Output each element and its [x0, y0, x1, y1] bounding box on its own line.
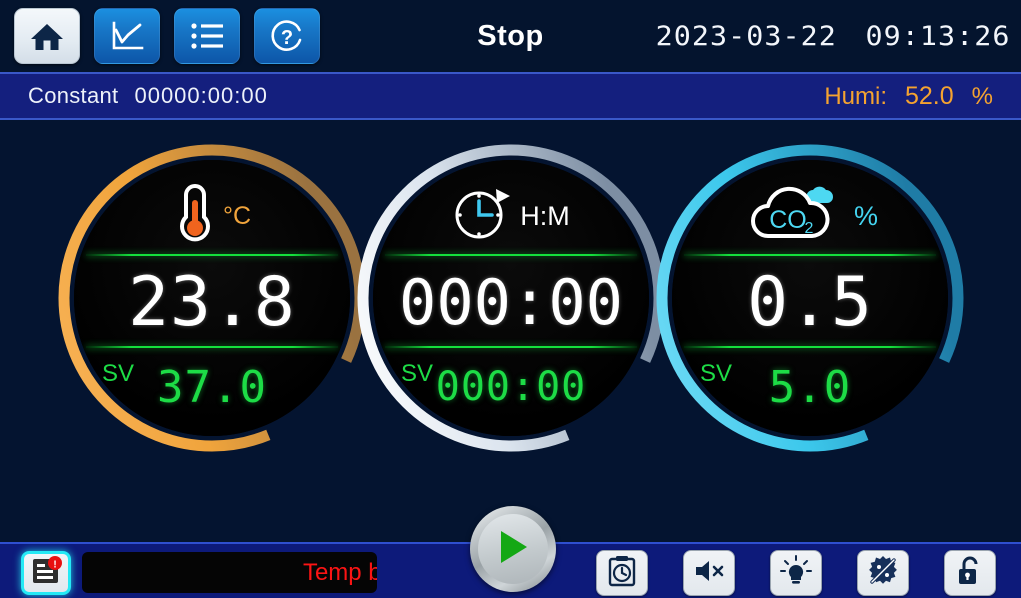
run-mode-label: Constant: [28, 83, 119, 108]
play-icon: [495, 528, 531, 571]
humidity-unit: %: [971, 82, 993, 110]
start-button[interactable]: [470, 506, 556, 592]
timer-sv-label: SV: [401, 360, 434, 387]
temperature-sv-row[interactable]: SV 37.0: [74, 352, 350, 422]
lock-button[interactable]: [944, 550, 996, 596]
co2-pv-value: 0.5: [747, 262, 873, 342]
co2-cloud-icon: CO 2: [742, 182, 848, 251]
chart-line-icon: [110, 20, 144, 52]
divider-line-bottom: [385, 346, 637, 348]
list-icon: [190, 22, 224, 50]
question-circle-icon: ?: [269, 18, 305, 54]
alarm-log-button[interactable]: !: [21, 551, 71, 595]
svg-text:!: !: [53, 559, 56, 570]
elapsed-time-value: 00000:00:00: [134, 83, 268, 108]
temperature-unit: °C: [222, 201, 252, 230]
date-display: 2023-03-22: [656, 20, 838, 52]
humidity-label: Humi:: [824, 82, 887, 110]
header-bar: ? Stop 2023-03-22 09:13:26: [0, 0, 1021, 72]
svg-text:2: 2: [805, 220, 814, 237]
clipboard-clock-icon: [607, 555, 637, 592]
timer-sv-value: 000:00: [435, 364, 587, 410]
divider-line-top: [684, 254, 936, 256]
padlock-unlocked-icon: [955, 555, 985, 592]
divider-line-bottom: [684, 346, 936, 348]
temperature-sv-label: SV: [102, 360, 135, 387]
thermometer-icon: [173, 182, 217, 251]
timer-header: H:M: [373, 180, 649, 252]
co2-sv-label: SV: [700, 360, 733, 387]
lightbulb-icon: [780, 554, 812, 592]
co2-unit: %: [853, 200, 878, 231]
divider-line-top: [86, 254, 338, 256]
speaker-mute-icon: [693, 557, 725, 590]
co2-sv-value: 5.0: [768, 361, 852, 413]
chart-button[interactable]: [94, 8, 160, 64]
alarm-ticker-text: Temp bo: [302, 558, 377, 586]
clock-rotate-icon: [452, 185, 514, 248]
sterilize-button[interactable]: [857, 550, 909, 596]
alarm-ticker: Temp bo: [82, 552, 377, 593]
co2-gauge[interactable]: CO 2 % 0.5 SV 5.0: [650, 138, 970, 458]
start-button-inner: [478, 514, 548, 584]
co2-face: CO 2 % 0.5 SV 5.0: [672, 160, 948, 436]
temperature-sv-value: 37.0: [157, 361, 267, 413]
temperature-gauge[interactable]: °C 23.8 SV 37.0: [52, 138, 372, 458]
timer-face: H:M 000:00 SV 000:00: [373, 160, 649, 436]
timer-unit: H:M: [520, 200, 570, 231]
help-button[interactable]: ?: [254, 8, 320, 64]
divider-line-bottom: [86, 346, 338, 348]
divider-line-top: [385, 254, 637, 256]
control-panel-screen: ? Stop 2023-03-22 09:13:26 Constant 0000…: [0, 0, 1021, 598]
home-icon: [29, 20, 65, 52]
co2-header: CO 2 %: [672, 180, 948, 252]
humidity-group: Humi: 52.0 %: [824, 82, 993, 111]
list-button[interactable]: [174, 8, 240, 64]
svg-text:?: ?: [281, 27, 293, 49]
mute-button[interactable]: [683, 550, 735, 596]
light-button[interactable]: [770, 550, 822, 596]
germ-slash-icon: [867, 555, 899, 592]
gauge-area: °C 23.8 SV 37.0 H:M 000:00 SV 000:00 CO …: [0, 120, 1021, 510]
home-button[interactable]: [14, 8, 80, 64]
svg-text:CO: CO: [769, 206, 807, 234]
timer-pv-value: 000:00: [399, 265, 623, 339]
status-bar: Constant 00000:00:00 Humi: 52.0 %: [0, 72, 1021, 120]
status-left-group: Constant 00000:00:00: [28, 83, 268, 109]
temperature-face: °C 23.8 SV 37.0: [74, 160, 350, 436]
timer-gauge[interactable]: H:M 000:00 SV 000:00: [351, 138, 671, 458]
timer-sv-row[interactable]: SV 000:00: [373, 352, 649, 422]
alarm-log-icon: !: [30, 555, 62, 591]
temperature-header: °C: [74, 180, 350, 252]
temperature-pv-value: 23.8: [128, 262, 296, 342]
co2-sv-row[interactable]: SV 5.0: [672, 352, 948, 422]
schedule-button[interactable]: [596, 550, 648, 596]
header-datetime: 2023-03-22 09:13:26: [656, 0, 1009, 72]
time-display: 09:13:26: [865, 20, 1011, 52]
bottom-bar: ! Temp bo: [0, 506, 1021, 598]
humidity-value: 52.0: [904, 81, 954, 110]
